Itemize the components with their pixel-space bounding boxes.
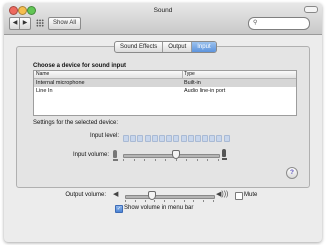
slider-tick xyxy=(125,200,126,202)
slider-tick xyxy=(165,159,166,161)
device-list[interactable]: Name Type Internal microphone Built-in L… xyxy=(33,70,297,116)
output-volume-track[interactable] xyxy=(125,195,215,199)
slider-tick xyxy=(154,159,156,161)
input-level-segment xyxy=(209,135,216,142)
sound-window: Sound ◀ ▶ Show All ⚲ Sound Effects Outpu… xyxy=(4,3,322,242)
input-level-segment xyxy=(137,135,144,142)
input-level-segment xyxy=(151,135,158,142)
show-volume-checkbox[interactable]: ✓ xyxy=(115,205,123,213)
tab-output[interactable]: Output xyxy=(163,42,193,52)
slider-tick xyxy=(173,200,175,202)
device-name: Internal microphone xyxy=(36,80,85,86)
input-volume-label: Input volume: xyxy=(72,152,109,158)
slider-tick xyxy=(144,200,146,202)
slider-tick xyxy=(207,159,208,161)
column-header-type[interactable]: Type xyxy=(184,71,195,78)
microphone-low-stand xyxy=(112,159,118,161)
device-row[interactable]: Internal microphone Built-in xyxy=(34,79,296,87)
slider-tick xyxy=(218,159,219,161)
search-field[interactable]: ⚲ xyxy=(248,17,310,30)
input-level-segment xyxy=(187,135,194,142)
toolbar-toggle-button[interactable] xyxy=(304,6,318,13)
show-volume-label: Show volume in menu bar xyxy=(124,205,194,211)
mute-label: Mute xyxy=(244,192,258,198)
speaker-high-icon: ◀))) xyxy=(216,191,229,198)
input-level-segment xyxy=(202,135,209,142)
microphone-low-icon xyxy=(113,150,117,158)
forward-button[interactable]: ▶ xyxy=(19,17,31,30)
column-divider xyxy=(182,71,183,78)
device-name: Line In xyxy=(36,88,53,94)
microphone-high-icon xyxy=(222,149,226,157)
input-level-segment xyxy=(158,135,165,142)
slider-tick xyxy=(164,200,165,202)
input-level-segment xyxy=(166,135,173,142)
output-volume-label: Output volume: xyxy=(65,192,106,198)
input-level-segment xyxy=(223,135,230,142)
input-level-segment xyxy=(216,135,223,142)
microphone-high-stand xyxy=(221,158,227,160)
search-icon: ⚲ xyxy=(253,20,258,26)
input-level-segment xyxy=(173,135,180,142)
slider-tick xyxy=(203,200,204,202)
title-bar: Sound ◀ ▶ Show All ⚲ xyxy=(4,3,322,35)
window-title: Sound xyxy=(153,7,173,14)
input-level-segment xyxy=(130,135,137,142)
device-row[interactable]: Line In Audio line-in port xyxy=(34,87,296,95)
slider-tick xyxy=(144,159,145,161)
slider-tick xyxy=(186,159,187,161)
slider-tick xyxy=(175,159,177,161)
grid-icon xyxy=(36,19,44,27)
show-all-button[interactable]: Show All xyxy=(48,17,81,30)
slider-tick xyxy=(213,200,214,202)
settings-label: Settings for the selected device: xyxy=(33,120,119,126)
slider-tick xyxy=(134,200,136,202)
slider-tick xyxy=(193,200,194,202)
input-level-segment xyxy=(180,135,187,142)
device-section-title: Choose a device for sound input xyxy=(33,63,127,69)
slider-tick xyxy=(183,200,185,202)
device-type: Audio line-in port xyxy=(184,88,226,94)
device-type: Built-in xyxy=(184,80,201,86)
input-level-meter xyxy=(123,135,230,142)
tab-bar: Sound Effects Output Input xyxy=(114,41,217,53)
slider-tick xyxy=(123,159,124,161)
input-level-segment xyxy=(194,135,201,142)
tab-input[interactable]: Input xyxy=(192,42,216,52)
speaker-low-icon: ◀ xyxy=(113,191,119,198)
input-level-segment xyxy=(144,135,151,142)
column-header-name[interactable]: Name xyxy=(34,71,49,77)
help-button[interactable]: ? xyxy=(286,167,298,179)
mute-checkbox[interactable] xyxy=(235,192,243,200)
device-list-header: Name Type xyxy=(34,71,296,79)
slider-tick xyxy=(196,159,198,161)
input-level-label: Input level: xyxy=(89,133,119,139)
input-level-segment xyxy=(123,135,129,142)
slider-tick xyxy=(154,200,155,202)
tab-sound-effects[interactable]: Sound Effects xyxy=(115,42,164,52)
slider-tick xyxy=(133,159,135,161)
